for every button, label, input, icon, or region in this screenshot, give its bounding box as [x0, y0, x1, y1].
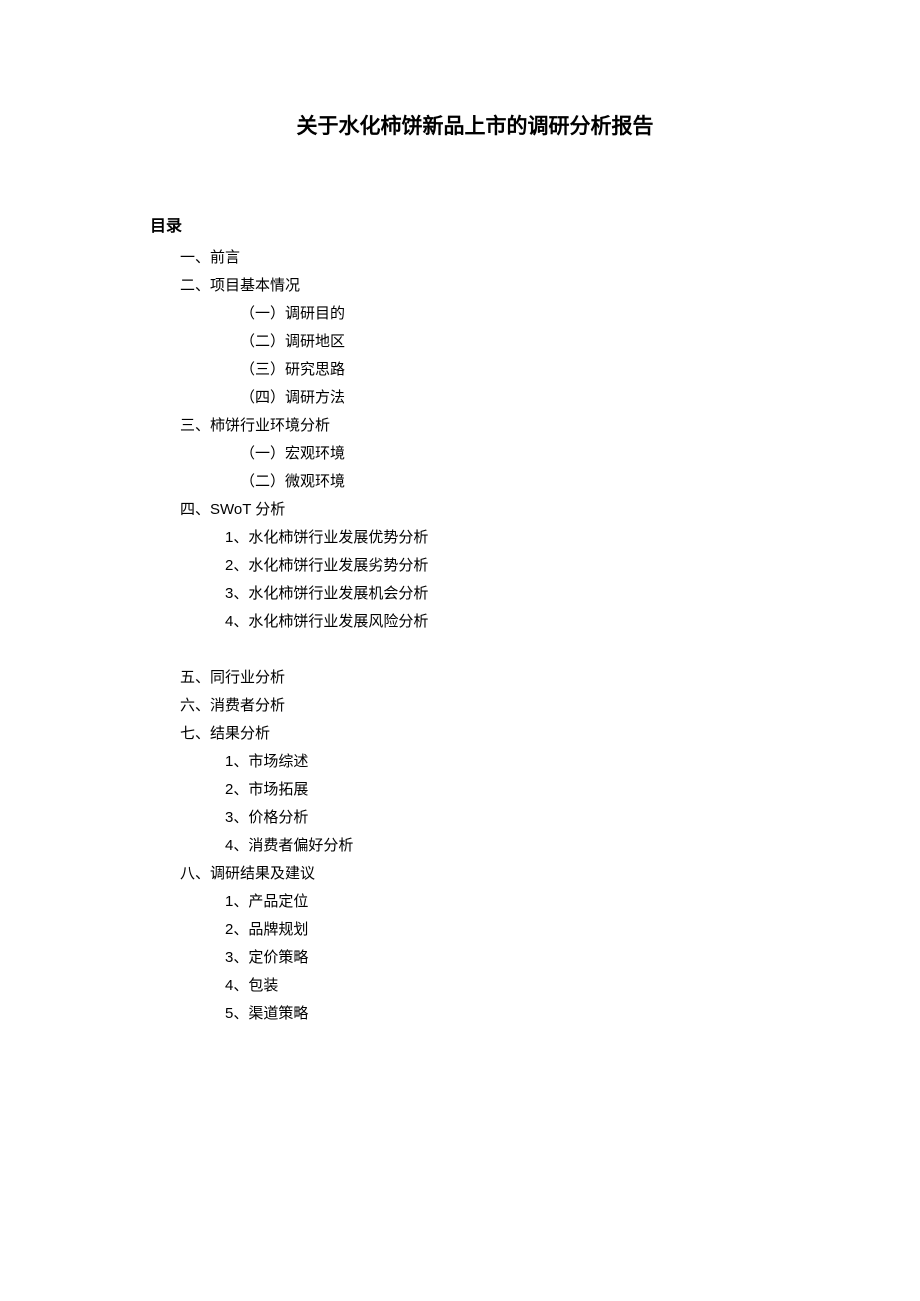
toc-item-2-3: （三）研究思路	[150, 356, 800, 384]
section-gap	[150, 636, 800, 664]
toc-item-8-4: 4、包装	[150, 972, 800, 1000]
toc-item-8-1: 1、产品定位	[150, 888, 800, 916]
toc-section-5: 五、同行业分析	[150, 664, 800, 692]
toc-item-8-5: 5、渠道策略	[150, 1000, 800, 1028]
toc-item-2-2: （二）调研地区	[150, 328, 800, 356]
toc-item-7-1: 1、市场综述	[150, 748, 800, 776]
toc-item-4-4: 4、水化柿饼行业发展风险分析	[150, 608, 800, 636]
toc-label: 目录	[150, 212, 800, 236]
toc-item-4-2: 2、水化柿饼行业发展劣势分析	[150, 552, 800, 580]
toc-item-2-4: （四）调研方法	[150, 384, 800, 412]
toc-item-8-2: 2、品牌规划	[150, 916, 800, 944]
toc-item-7-3: 3、价格分析	[150, 804, 800, 832]
toc-section-1: 一、前言	[150, 244, 800, 272]
toc-item-4-3: 3、水化柿饼行业发展机会分析	[150, 580, 800, 608]
toc-item-7-2: 2、市场拓展	[150, 776, 800, 804]
toc-section-6: 六、消费者分析	[150, 692, 800, 720]
toc-section-2: 二、项目基本情况	[150, 272, 800, 300]
toc-item-3-1: （一）宏观环境	[150, 440, 800, 468]
toc-section-8: 八、调研结果及建议	[150, 860, 800, 888]
toc-section-4: 四、SWoT 分析	[150, 496, 800, 524]
toc-section-7: 七、结果分析	[150, 720, 800, 748]
toc-item-3-2: （二）微观环境	[150, 468, 800, 496]
toc-item-2-1: （一）调研目的	[150, 300, 800, 328]
toc-item-4-1: 1、水化柿饼行业发展优势分析	[150, 524, 800, 552]
toc-item-7-4: 4、消费者偏好分析	[150, 832, 800, 860]
toc-item-8-3: 3、定价策略	[150, 944, 800, 972]
toc-section-3: 三、柿饼行业环境分析	[150, 412, 800, 440]
document-title: 关于水化柿饼新品上市的调研分析报告	[150, 110, 800, 140]
